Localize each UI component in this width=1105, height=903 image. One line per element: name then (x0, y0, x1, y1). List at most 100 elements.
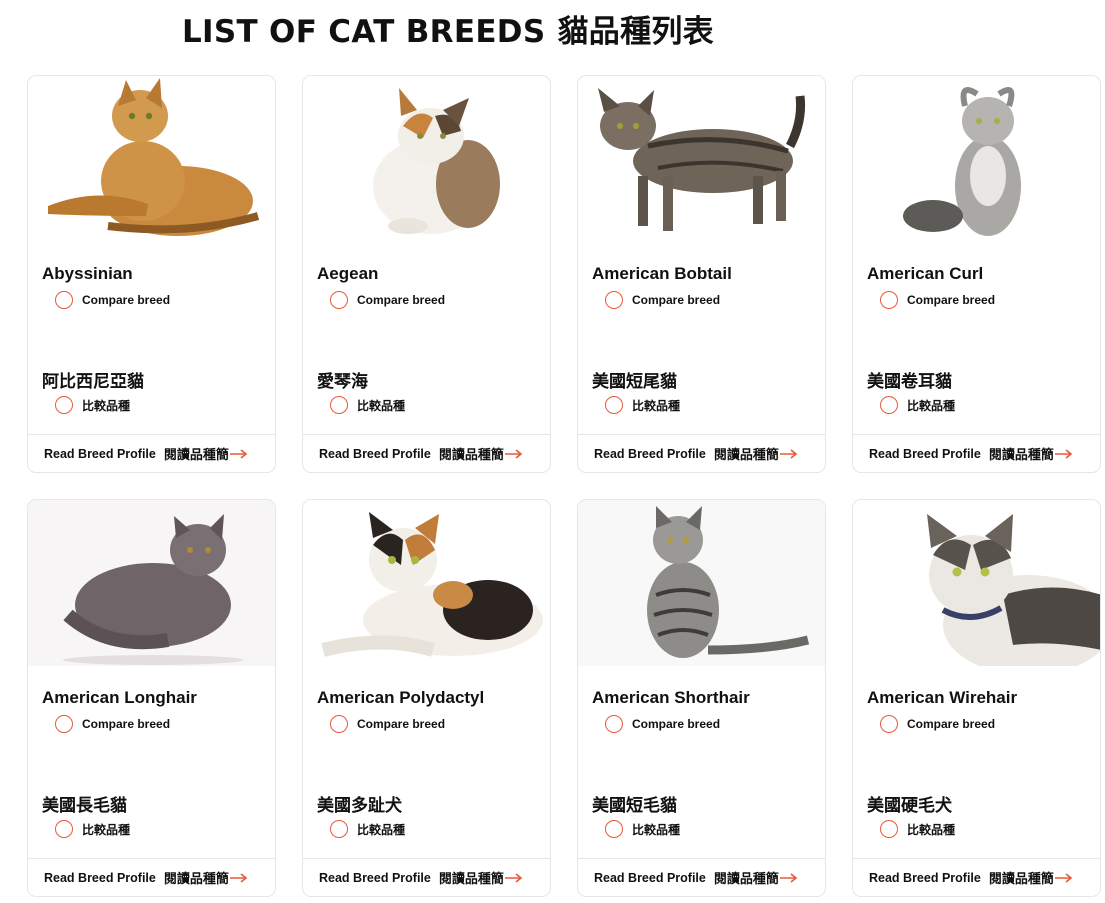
page-title-zh: 貓品種列表 (557, 14, 714, 50)
read-breed-profile-link[interactable]: Read Breed Profile 閱讀品種簡 (578, 434, 825, 472)
breed-name: American Polydactyl (317, 688, 485, 707)
read-breed-profile-link[interactable]: Read Breed Profile 閱讀品種簡 (28, 858, 275, 896)
radio-circle-icon[interactable] (880, 715, 898, 733)
arrow-right-icon (779, 872, 798, 883)
compare-breed-checkbox[interactable]: Compare breed (605, 291, 720, 309)
compare-breed-checkbox[interactable]: Compare breed (330, 291, 445, 309)
arrow-right-icon (229, 872, 248, 883)
read-breed-profile-label: Read Breed Profile (319, 446, 431, 461)
radio-circle-icon[interactable] (55, 291, 73, 309)
cat-photo-american-polydactyl-art (321, 512, 543, 657)
compare-breed-checkbox[interactable]: Compare breed (330, 715, 445, 733)
radio-circle-icon[interactable] (605, 291, 623, 309)
breed-name: Aegean (317, 264, 379, 283)
radio-circle-icon[interactable] (880, 820, 898, 838)
radio-circle-icon[interactable] (55, 820, 73, 838)
compare-breed-label: Compare breed (632, 293, 721, 307)
cat-photo-aegean[interactable] (303, 76, 550, 242)
read-breed-profile-label: Read Breed Profile (319, 870, 431, 885)
radio-circle-icon[interactable] (605, 715, 623, 733)
read-breed-profile-label: Read Breed Profile (869, 870, 981, 885)
read-breed-profile-label: Read Breed Profile (594, 446, 706, 461)
compare-breed-checkbox-zh[interactable]: 比較品種 (55, 820, 130, 838)
compare-breed-label-zh: 比較品種 (632, 398, 681, 413)
radio-circle-icon[interactable] (330, 396, 348, 414)
compare-breed-checkbox[interactable]: Compare breed (55, 715, 170, 733)
read-breed-profile-link[interactable]: Read Breed Profile 閱讀品種簡 (853, 858, 1100, 896)
compare-breed-checkbox-zh[interactable]: 比較品種 (605, 396, 680, 414)
radio-circle-icon[interactable] (330, 820, 348, 838)
compare-breed-checkbox[interactable]: Compare breed (55, 291, 170, 309)
breed-card-american-polydactyl: American Polydactyl Compare breed 美國多趾犬 … (302, 499, 551, 897)
compare-breed-checkbox-zh[interactable]: 比較品種 (880, 396, 955, 414)
cat-photo-american-shorthair[interactable] (578, 500, 825, 666)
read-breed-profile-link[interactable]: Read Breed Profile 閱讀品種簡 (303, 858, 550, 896)
cat-photo-aegean-art (373, 88, 500, 234)
radio-circle-icon[interactable] (880, 396, 898, 414)
compare-breed-label-zh: 比較品種 (357, 822, 406, 837)
compare-breed-label-zh: 比較品種 (907, 822, 956, 837)
compare-breed-checkbox[interactable]: Compare breed (880, 291, 995, 309)
read-breed-profile-link[interactable]: Read Breed Profile 閱讀品種簡 (853, 434, 1100, 472)
arrow-right-icon (1054, 872, 1073, 883)
breed-card-american-bobtail: American Bobtail Compare breed 美國短尾貓 比較品… (577, 75, 826, 473)
arrow-right-icon (779, 448, 798, 459)
cat-photo-american-wirehair[interactable] (853, 500, 1100, 666)
breed-name-zh: 美國短尾貓 (592, 372, 677, 392)
radio-circle-icon[interactable] (605, 820, 623, 838)
breed-name: American Bobtail (592, 264, 732, 283)
compare-breed-label-zh: 比較品種 (632, 822, 681, 837)
read-breed-profile-label: Read Breed Profile (869, 446, 981, 461)
compare-breed-label-zh: 比較品種 (357, 398, 406, 413)
read-breed-profile-label-zh: 閱讀品種簡 (988, 872, 1054, 887)
breed-name: American Shorthair (592, 688, 750, 707)
read-breed-profile-label: Read Breed Profile (44, 870, 156, 885)
cat-photo-american-curl[interactable] (853, 76, 1100, 242)
read-breed-profile-link[interactable]: Read Breed Profile 閱讀品種簡 (28, 434, 275, 472)
cat-photo-american-bobtail-art (598, 88, 805, 231)
cat-photo-american-longhair-art (28, 500, 275, 666)
breed-name-zh: 美國硬毛犬 (867, 796, 952, 816)
read-breed-profile-label-zh: 閱讀品種簡 (713, 448, 779, 463)
radio-circle-icon[interactable] (880, 291, 898, 309)
read-breed-profile-label-zh: 閱讀品種簡 (163, 448, 229, 463)
radio-circle-icon[interactable] (605, 396, 623, 414)
cat-photo-american-shorthair-art (578, 500, 825, 666)
radio-circle-icon[interactable] (55, 715, 73, 733)
compare-breed-label: Compare breed (82, 717, 171, 731)
arrow-right-icon (504, 448, 523, 459)
cat-photo-american-wirehair-art (927, 514, 1100, 666)
cat-photo-american-polydactyl[interactable] (303, 500, 550, 666)
compare-breed-checkbox[interactable]: Compare breed (605, 715, 720, 733)
cat-photo-american-longhair[interactable] (28, 500, 275, 666)
compare-breed-label: Compare breed (907, 717, 996, 731)
read-breed-profile-label-zh: 閱讀品種簡 (713, 872, 779, 887)
compare-breed-checkbox-zh[interactable]: 比較品種 (55, 396, 130, 414)
cat-photo-abyssinian-art (48, 78, 260, 236)
arrow-right-icon (1054, 448, 1073, 459)
read-breed-profile-label-zh: 閱讀品種簡 (988, 448, 1054, 463)
radio-circle-icon[interactable] (330, 715, 348, 733)
cat-photo-american-bobtail[interactable] (578, 76, 825, 242)
cat-photo-abyssinian[interactable] (28, 76, 275, 242)
compare-breed-label: Compare breed (357, 717, 446, 731)
read-breed-profile-link[interactable]: Read Breed Profile 閱讀品種簡 (578, 858, 825, 896)
compare-breed-label-zh: 比較品種 (82, 398, 131, 413)
read-breed-profile-link[interactable]: Read Breed Profile 閱讀品種簡 (303, 434, 550, 472)
breed-name: American Wirehair (867, 688, 1018, 707)
radio-circle-icon[interactable] (55, 396, 73, 414)
breed-name-zh: 美國長毛貓 (42, 796, 127, 816)
read-breed-profile-label-zh: 閱讀品種簡 (438, 872, 504, 887)
compare-breed-label: Compare breed (632, 717, 721, 731)
compare-breed-checkbox[interactable]: Compare breed (880, 715, 995, 733)
compare-breed-checkbox-zh[interactable]: 比較品種 (330, 820, 405, 838)
compare-breed-checkbox-zh[interactable]: 比較品種 (330, 396, 405, 414)
breed-grid: Abyssinian Compare breed 阿比西尼亞貓 比較品種 Rea… (27, 75, 1101, 897)
breed-card-american-longhair: American Longhair Compare breed 美國長毛貓 比較… (27, 499, 276, 897)
radio-circle-icon[interactable] (330, 291, 348, 309)
page: LIST OF CAT BREEDS 貓品種列表 Abyssinian Comp… (0, 0, 1105, 903)
breed-name: Abyssinian (42, 264, 133, 283)
compare-breed-checkbox-zh[interactable]: 比較品種 (605, 820, 680, 838)
compare-breed-checkbox-zh[interactable]: 比較品種 (880, 820, 955, 838)
breed-card-american-shorthair: American Shorthair Compare breed 美國短毛貓 比… (577, 499, 826, 897)
